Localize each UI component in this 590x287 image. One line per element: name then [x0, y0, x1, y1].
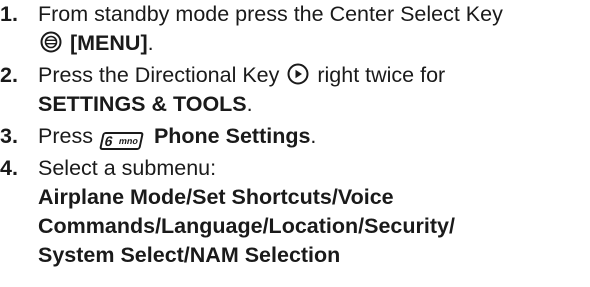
step-period: . [310, 124, 317, 148]
step-text-continued: right twice for [317, 63, 446, 87]
menu-key-label: [MENU] [69, 31, 148, 55]
key-letters: mno [117, 136, 140, 146]
step-number: 1. [0, 2, 18, 26]
step-period: . [246, 92, 253, 116]
step-4: 4. Select a submenu: Airplane Mode/Set S… [0, 154, 590, 270]
step-text: From standby mode press the Center Selec… [38, 2, 503, 26]
step-number: 2. [0, 63, 18, 87]
step-text: Press [38, 124, 93, 148]
center-select-key-icon [40, 31, 62, 53]
key-digit: 6 [103, 133, 115, 149]
directional-key-icon [287, 63, 309, 85]
step-3: 3. Press 6 mno Phone Settings. [0, 122, 590, 151]
step-text: Press the Directional Key [38, 63, 280, 87]
step-1: 1. From standby mode press the Center Se… [0, 0, 590, 58]
phone-settings-label: Phone Settings [153, 124, 311, 148]
submenu-line-2: Commands/Language/Location/Security/ [38, 214, 455, 238]
step-text: Select a submenu: [38, 156, 217, 180]
settings-tools-label: SETTINGS & TOOLS [38, 92, 247, 116]
key-6-mno-icon: 6 mno [99, 132, 144, 150]
submenu-line-1: Airplane Mode/Set Shortcuts/Voice [38, 185, 394, 209]
submenu-line-3: System Select/NAM Selection [38, 243, 341, 267]
step-period: . [147, 31, 154, 55]
instruction-steps: 1. From standby mode press the Center Se… [0, 0, 590, 270]
step-2: 2. Press the Directional Key right twice… [0, 61, 590, 119]
step-number: 4. [0, 156, 18, 180]
step-number: 3. [0, 124, 18, 148]
